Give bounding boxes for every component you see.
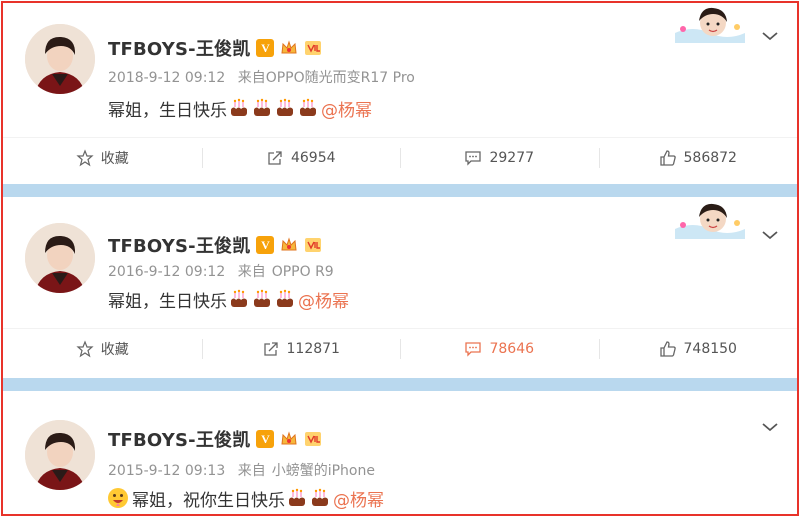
post-meta: 2016-9-12 09:12 来自 OPPO R9 [108, 261, 334, 281]
repost-button[interactable]: 46954 [201, 138, 401, 177]
screenshot-frame: TFBOYS-王俊凯 V 2018-9-12 09:12 来自OPPO随光而变R… [1, 1, 799, 516]
source-prefix: 来自 [237, 264, 266, 280]
post-menu-button[interactable] [761, 27, 781, 43]
repost-button[interactable]: 112871 [201, 329, 401, 368]
chevron-down-icon [762, 423, 778, 432]
post-text: 幂姐，生日快乐 @杨幂 [108, 95, 372, 121]
author-name[interactable]: TFBOYS-王俊凯 [108, 232, 250, 258]
birthday-cake-icon [277, 98, 293, 116]
birthday-cake-icon [300, 98, 316, 116]
birthday-cake-icon [231, 98, 247, 116]
verified-badge-icon[interactable]: V [256, 39, 275, 57]
chevron-down-icon [762, 32, 778, 41]
verified-badge-icon[interactable]: V [256, 236, 275, 254]
like-count: 586872 [683, 149, 737, 166]
author-avatar[interactable] [25, 24, 95, 94]
post-menu-button[interactable] [761, 226, 781, 242]
post-text-body: 幂姐，祝你生日快乐 [132, 490, 285, 511]
favorite-button[interactable]: 收藏 [3, 329, 202, 368]
vip-badge-icon[interactable] [304, 236, 322, 254]
thumbs-up-icon [659, 149, 676, 166]
author-avatar[interactable] [25, 420, 95, 490]
birthday-cake-icon [312, 488, 328, 506]
verified-badge-icon[interactable]: V [256, 430, 275, 448]
mention-link[interactable]: @杨幂 [321, 96, 372, 121]
source-prefix: 来自 [237, 70, 266, 86]
favorite-button[interactable]: 收藏 [3, 138, 202, 177]
author-avatar[interactable] [25, 223, 95, 293]
post-menu-button[interactable] [761, 418, 781, 434]
birthday-cake-icon [254, 98, 270, 116]
post-separator [3, 378, 797, 391]
favorite-label: 收藏 [100, 341, 129, 358]
comment-icon [465, 341, 482, 357]
comment-icon [465, 150, 482, 166]
post-meta: 2018-9-12 09:12 来自OPPO随光而变R17 Pro [108, 67, 415, 87]
cake-emoji-group [286, 487, 332, 509]
author-name[interactable]: TFBOYS-王俊凯 [108, 426, 250, 452]
crown-badge-icon[interactable] [280, 39, 298, 57]
thumbs-up-icon [659, 340, 676, 357]
repost-count: 112871 [286, 340, 340, 357]
post-text-body: 幂姐，生日快乐 [108, 291, 227, 312]
vip-badge-icon[interactable] [304, 39, 322, 57]
birthday-cake-icon [277, 289, 293, 307]
crown-badge-icon[interactable] [280, 236, 298, 254]
like-count: 748150 [683, 340, 737, 357]
post-time[interactable]: 2015-9-12 09:13 [108, 463, 225, 479]
weibo-post: TFBOYS-王俊凯 V 2015-9-12 09:13 来自 小螃蟹的iPhon… [3, 391, 797, 514]
author-row: TFBOYS-王俊凯 V [108, 35, 322, 61]
birthday-cake-icon [231, 289, 247, 307]
avatar-image [25, 223, 95, 293]
post-text: 幂姐，生日快乐 @杨幂 [108, 286, 349, 312]
grinning-face-icon [108, 488, 128, 508]
avatar-image [25, 24, 95, 94]
post-time[interactable]: 2018-9-12 09:12 [108, 70, 225, 86]
post-text: 幂姐，祝你生日快乐 @杨幂 [107, 485, 384, 511]
cake-emoji-group [228, 288, 297, 310]
post-text-body: 幂姐，生日快乐 [108, 100, 227, 121]
cartoon-decoration-icon [675, 199, 745, 239]
crown-badge-icon[interactable] [280, 430, 298, 448]
author-row: TFBOYS-王俊凯 V [108, 426, 322, 452]
repost-count: 46954 [290, 149, 336, 166]
post-source[interactable]: OPPO R9 [272, 264, 334, 280]
share-icon [263, 341, 278, 356]
cartoon-decoration-icon [675, 3, 745, 43]
author-row: TFBOYS-王俊凯 V [108, 232, 322, 258]
comment-button[interactable]: 78646 [400, 329, 599, 368]
share-icon [268, 150, 282, 165]
birthday-cake-icon [254, 289, 270, 307]
comment-button[interactable]: 29277 [400, 138, 599, 177]
source-prefix: 来自 [237, 463, 266, 479]
star-icon [76, 148, 94, 166]
post-separator [3, 184, 797, 197]
cake-emoji-group [228, 97, 320, 119]
birthday-cake-icon [289, 488, 305, 506]
mention-link[interactable]: @杨幂 [333, 486, 384, 511]
weibo-post: TFBOYS-王俊凯 V 2016-9-12 09:12 来自 OPPO R9 幂… [3, 197, 797, 378]
avatar-image [25, 420, 95, 490]
star-icon [76, 339, 94, 357]
vip-badge-icon[interactable] [304, 430, 322, 448]
favorite-label: 收藏 [100, 150, 129, 167]
mention-link[interactable]: @杨幂 [298, 287, 349, 312]
comment-count: 29277 [489, 149, 535, 166]
post-source[interactable]: 小螃蟹的iPhone [272, 463, 375, 479]
post-action-bar: 收藏 112871 78646 748150 [3, 328, 797, 368]
like-button[interactable]: 586872 [598, 138, 798, 177]
like-button[interactable]: 748150 [598, 329, 798, 368]
post-meta: 2015-9-12 09:13 来自 小螃蟹的iPhone [108, 460, 375, 480]
chevron-down-icon [762, 231, 778, 240]
post-action-bar: 收藏 46954 29277 586872 [3, 137, 797, 177]
post-source[interactable]: OPPO随光而变R17 Pro [266, 70, 415, 86]
weibo-post: TFBOYS-王俊凯 V 2018-9-12 09:12 来自OPPO随光而变R… [3, 3, 797, 184]
comment-count: 78646 [489, 340, 535, 357]
author-name[interactable]: TFBOYS-王俊凯 [108, 35, 250, 61]
post-time[interactable]: 2016-9-12 09:12 [108, 264, 225, 280]
